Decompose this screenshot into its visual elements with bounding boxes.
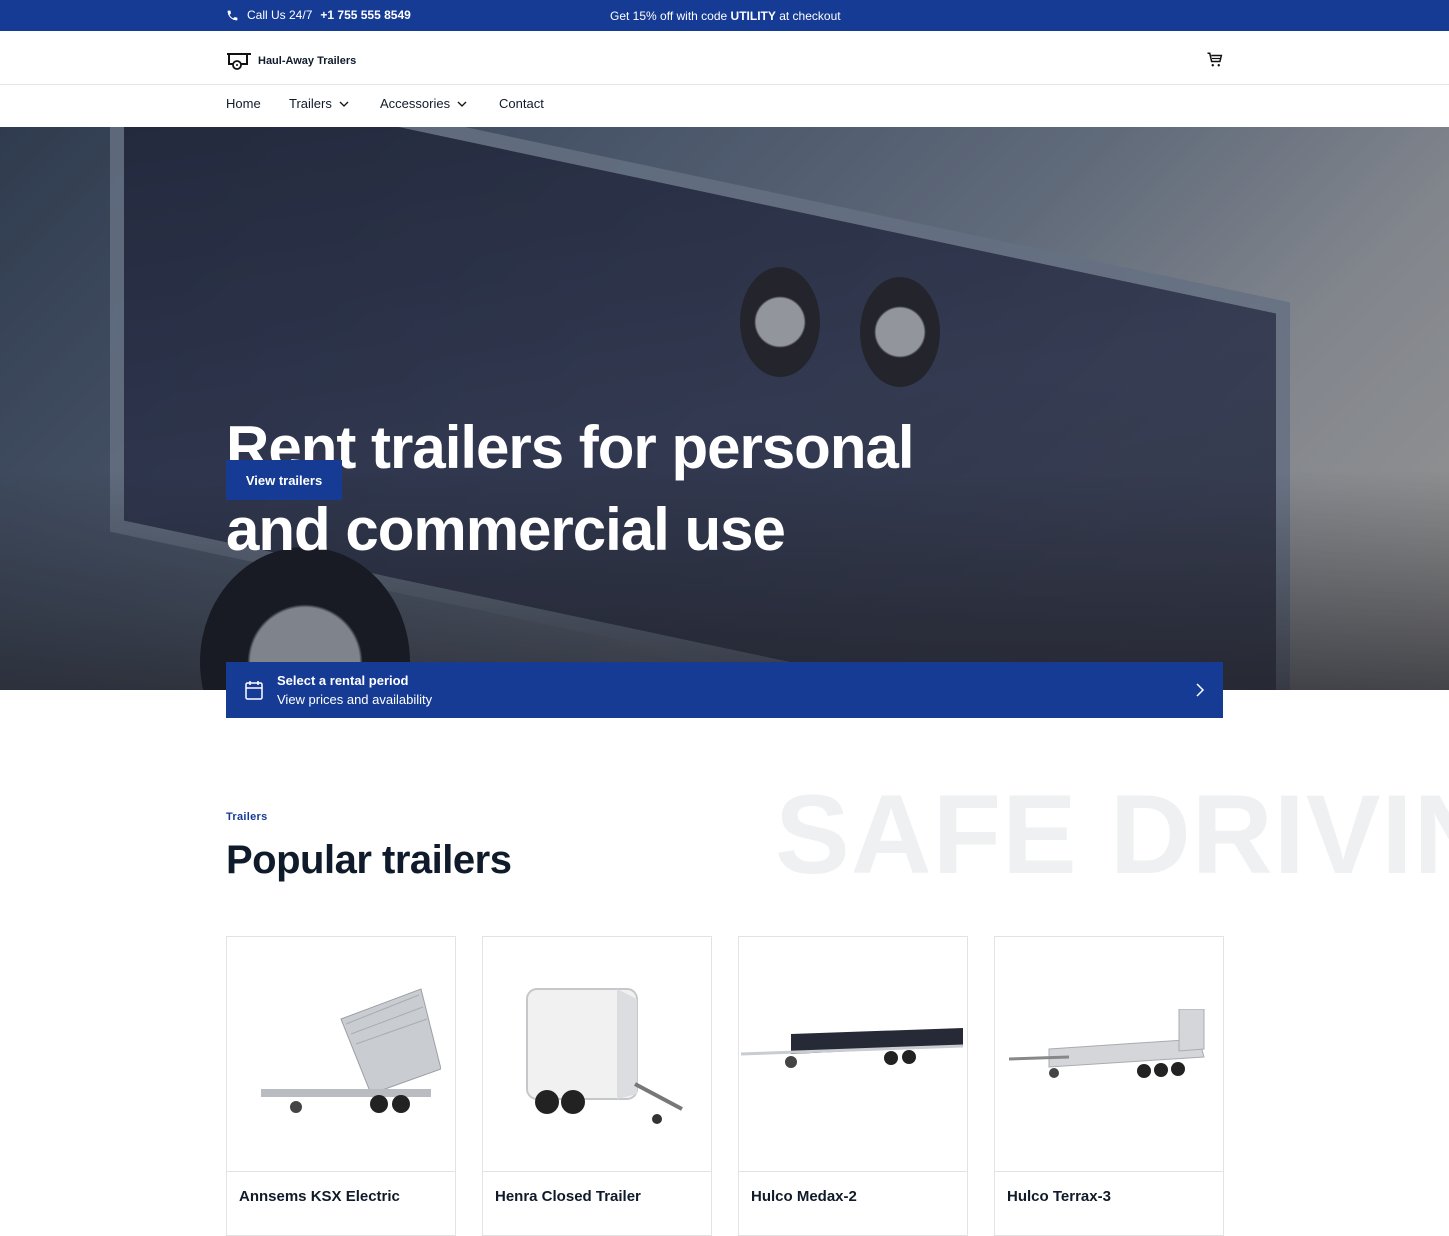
product-card[interactable]: Henra Closed Trailer (482, 936, 712, 1236)
closed-trailer-image (526, 988, 683, 1124)
nav-accessories[interactable]: Accessories (380, 96, 468, 111)
calendar-icon (245, 681, 263, 700)
flatbed-trailer-image (741, 1028, 964, 1068)
site-header: Haul-Away Trailers (0, 31, 1449, 85)
product-image (739, 937, 967, 1172)
product-name: Hulco Terrax-3 (1007, 1188, 1111, 1205)
brand-name: Haul-Away Trailers (258, 55, 357, 67)
product-image (227, 937, 455, 1172)
hero-banner: Rent trailers for personal and commercia… (0, 127, 1449, 690)
cart-icon[interactable] (1206, 51, 1224, 69)
rental-title: Select a rental period (277, 673, 409, 688)
promo-prefix: Get 15% off with code (610, 9, 728, 23)
product-grid: Annsems KSX Electric Henra Closed Traile… (226, 936, 1224, 1236)
main-nav: Home Trailers Accessories Contact (0, 85, 1449, 127)
rental-period-selector[interactable]: Select a rental period View prices and a… (226, 662, 1223, 718)
watermark-text: SAFE DRIVING (775, 772, 1449, 897)
phone-number[interactable]: +1 755 555 8549 (320, 8, 410, 22)
product-image (995, 937, 1223, 1172)
product-card[interactable]: Hulco Terrax-3 (994, 936, 1224, 1236)
product-image (483, 937, 711, 1172)
chevron-down-icon (339, 101, 349, 107)
announcement-bar: Call Us 24/7 +1 755 555 8549 Get 15% off… (0, 0, 1449, 31)
phone-label: Call Us 24/7 (247, 8, 313, 22)
product-name: Henra Closed Trailer (495, 1188, 641, 1205)
promo-suffix: at checkout (779, 9, 841, 23)
nav-accessories-label: Accessories (380, 96, 451, 111)
nav-home[interactable]: Home (226, 96, 261, 111)
section-eyebrow: Trailers (226, 811, 268, 823)
product-name: Hulco Medax-2 (751, 1188, 857, 1205)
rental-subtitle: View prices and availability (277, 692, 433, 707)
view-trailers-button[interactable]: View trailers (226, 460, 342, 500)
chevron-down-icon (457, 101, 467, 107)
nav-trailers-label: Trailers (289, 96, 332, 111)
product-card[interactable]: Hulco Medax-2 (738, 936, 968, 1236)
product-name: Annsems KSX Electric (239, 1188, 400, 1205)
nav-trailers[interactable]: Trailers (289, 96, 350, 111)
phone-icon (227, 10, 238, 20)
promo-code: UTILITY (730, 9, 776, 23)
brand-logo[interactable]: Haul-Away Trailers (226, 51, 356, 71)
nav-contact[interactable]: Contact (499, 96, 544, 111)
phone-contact[interactable]: Call Us 24/7 +1 755 555 8549 (226, 8, 411, 22)
product-card[interactable]: Annsems KSX Electric (226, 936, 456, 1236)
nav-home-label: Home (226, 96, 261, 111)
tipper-trailer-image (261, 988, 441, 1113)
nav-contact-label: Contact (499, 96, 544, 111)
promo-text: Get 15% off with code UTILITY at checkou… (610, 9, 841, 23)
machine-trailer-image (1009, 1009, 1205, 1078)
section-title: Popular trailers (226, 838, 512, 882)
chevron-right-icon (1196, 683, 1205, 697)
trailer-logo-icon (227, 53, 251, 70)
